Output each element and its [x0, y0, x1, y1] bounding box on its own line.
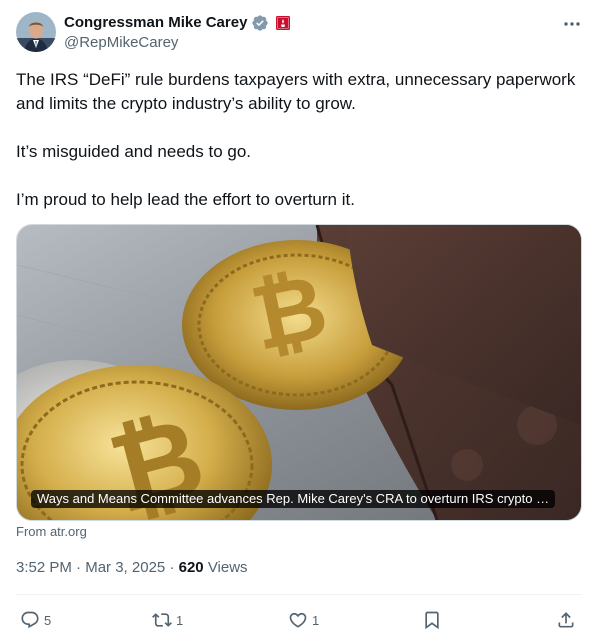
like-count: 1 — [312, 612, 320, 628]
divider — [16, 594, 582, 595]
tweet-time[interactable]: 3:52 PM — [16, 559, 72, 576]
repost-icon — [152, 613, 172, 627]
tweet-header: Congressman Mike Carey @RepMikeCarey — [16, 12, 582, 56]
meta-separator: · — [76, 559, 82, 576]
reply-icon — [21, 611, 39, 629]
link-card[interactable]: ₿ ₿ Ways and Means Committee advances Re… — [16, 224, 582, 521]
name-row: Congressman Mike Carey — [64, 13, 291, 33]
card-image: ₿ ₿ — [17, 225, 581, 520]
reply-button[interactable]: 5 — [20, 606, 51, 634]
author-name[interactable]: Congressman Mike Carey — [64, 13, 247, 33]
more-options-icon[interactable] — [562, 14, 582, 34]
views-count: 620 — [178, 559, 204, 576]
like-button[interactable]: 1 — [288, 606, 319, 634]
tweet-paragraph: It’s misguided and needs to go. — [16, 142, 252, 161]
tweet-text: The IRS “DeFi” rule burdens taxpayers wi… — [16, 68, 576, 212]
avatar[interactable] — [16, 12, 56, 52]
bookmark-button[interactable] — [422, 606, 442, 634]
tweet-paragraph: I’m proud to help lead the effort to ove… — [16, 190, 355, 209]
heart-icon — [289, 612, 307, 628]
views-label: Views — [207, 559, 248, 576]
tweet-meta: 3:52 PM · Mar 3, 2025 · 620 Views — [16, 558, 248, 578]
card-caption: Ways and Means Committee advances Rep. M… — [31, 490, 556, 508]
share-button[interactable] — [556, 606, 576, 634]
verified-badge-icon[interactable] — [251, 14, 269, 32]
action-bar: 5 1 1 — [16, 606, 582, 634]
share-icon — [558, 612, 574, 628]
repost-count: 1 — [176, 612, 184, 628]
repost-button[interactable]: 1 — [152, 606, 183, 634]
meta-separator: · — [169, 559, 175, 576]
author-handle[interactable]: @RepMikeCarey — [64, 33, 178, 53]
reply-count: 5 — [44, 612, 52, 628]
bookmark-icon — [425, 611, 439, 630]
card-source[interactable]: From atr.org — [16, 524, 87, 540]
tweet-date[interactable]: Mar 3, 2025 — [85, 559, 165, 576]
tweet-paragraph: The IRS “DeFi” rule burdens taxpayers wi… — [16, 70, 576, 113]
government-flag-icon[interactable] — [275, 15, 291, 31]
